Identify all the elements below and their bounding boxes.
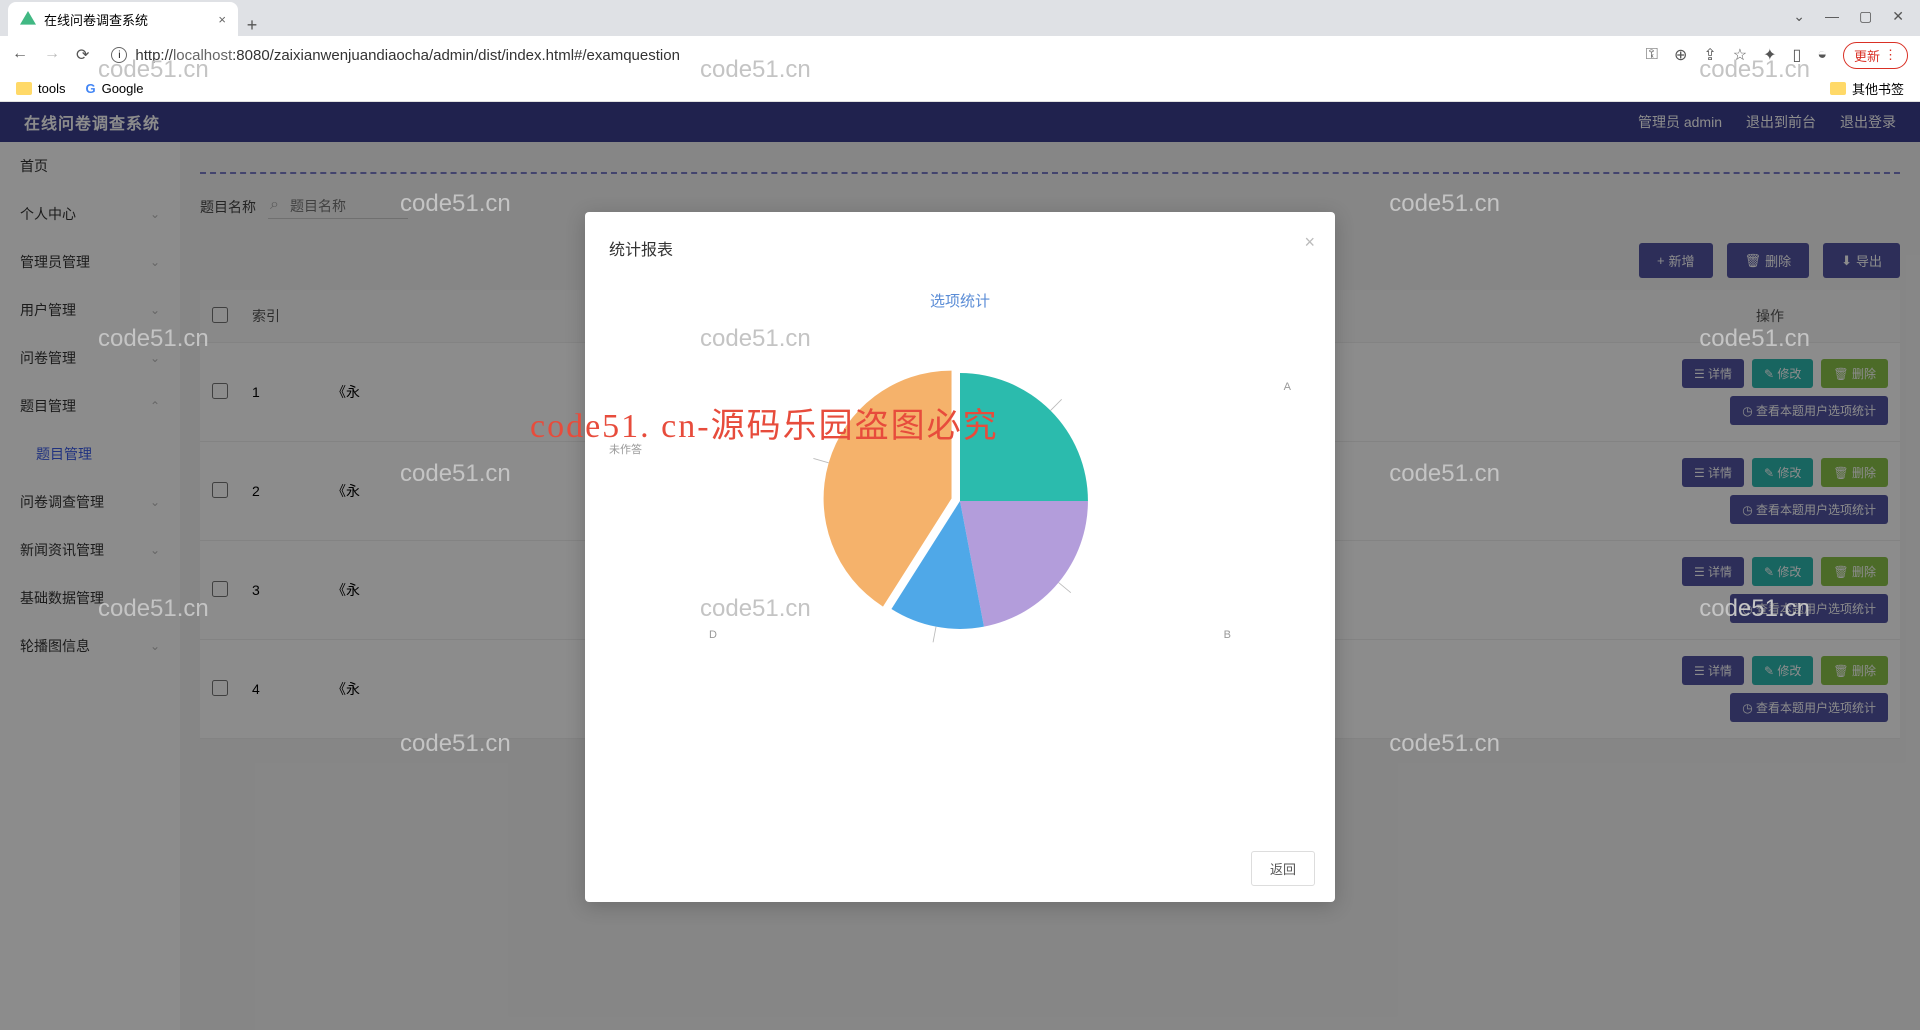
dropdown-icon[interactable]: ⌄ [1793,8,1805,25]
bookmark-other[interactable]: 其他书签 [1830,79,1904,98]
close-window-icon[interactable]: ✕ [1892,8,1904,25]
update-button[interactable]: 更新 ⋮ [1843,42,1908,69]
tab-title: 在线问卷调查系统 [44,10,148,29]
google-icon: G [85,81,95,96]
vue-favicon-icon [20,11,36,27]
zoom-icon[interactable]: ⊕ [1674,45,1687,65]
stats-modal: 统计报表 × 选项统计 A B D 未作答 返回 [585,212,1335,902]
bookmark-star-icon[interactable]: ☆ [1733,45,1747,65]
url-text: http://localhost:8080/zaixianwenjuandiao… [135,47,680,64]
key-icon[interactable]: ⚿ [1646,46,1658,64]
url-bar: ← → ⟳ i http://localhost:8080/zaixianwen… [0,36,1920,74]
pie-label-b: B [1224,629,1231,641]
pie-slice [960,373,1088,501]
reload-icon[interactable]: ⟳ [76,45,89,65]
close-icon[interactable]: × [1304,232,1315,253]
forward-icon[interactable]: → [44,45,60,65]
url-field[interactable]: i http://localhost:8080/zaixianwenjuandi… [101,43,1633,68]
back-icon[interactable]: ← [12,45,28,65]
browser-chrome: 在线问卷调查系统 × + ⌄ — ▢ ✕ ← → ⟳ i http://loca… [0,0,1920,102]
modal-title: 统计报表 [609,236,1311,260]
tab-close-icon[interactable]: × [218,12,226,27]
folder-icon [16,82,32,95]
sidepanel-icon[interactable]: ▯ [1793,45,1802,65]
maximize-icon[interactable]: ▢ [1859,8,1872,25]
pie-label-unanswered: 未作答 [609,441,642,457]
site-info-icon[interactable]: i [111,47,127,63]
bookmark-bar: tools GGoogle 其他书签 [0,74,1920,102]
app-root: 在线问卷调查系统 管理员 admin 退出到前台 退出登录 首页 个人中心⌄ 管… [0,102,1920,1030]
tab-bar: 在线问卷调查系统 × + ⌄ — ▢ ✕ [0,0,1920,36]
return-button[interactable]: 返回 [1251,851,1315,886]
browser-tab[interactable]: 在线问卷调查系统 × [8,2,238,36]
profile-icon[interactable]: ◒ [1817,46,1827,64]
bookmark-google[interactable]: GGoogle [85,81,143,96]
window-controls: ⌄ — ▢ ✕ [1777,0,1920,33]
bookmark-tools[interactable]: tools [16,81,65,96]
pie-chart: A B D 未作答 [609,351,1311,651]
pie-label-d: D [709,629,717,641]
share-icon[interactable]: ⇪ [1703,45,1716,65]
minimize-icon[interactable]: — [1825,8,1839,25]
folder-icon [1830,82,1846,95]
pie-label-a: A [1284,381,1291,393]
new-tab-button[interactable]: + [238,15,266,36]
extensions-icon[interactable]: ✦ [1763,45,1776,65]
chart-title: 选项统计 [609,290,1311,311]
